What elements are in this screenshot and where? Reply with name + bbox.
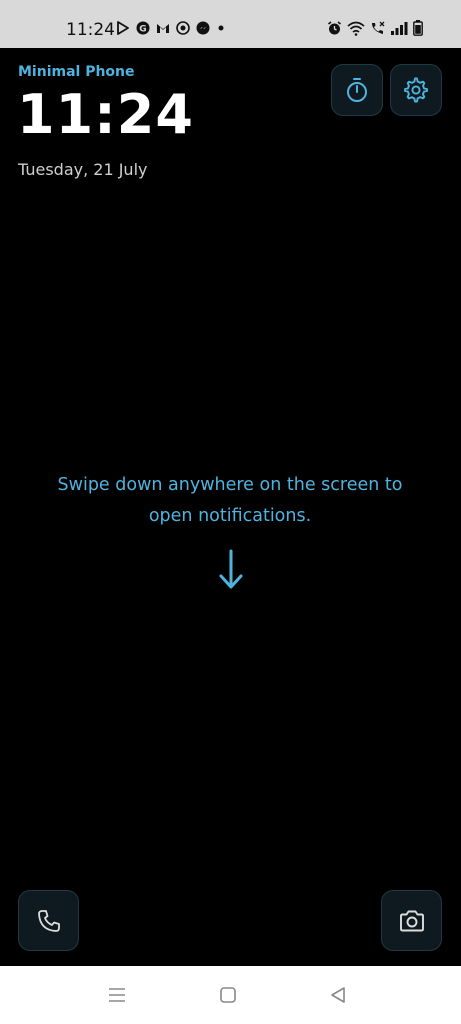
app-name: Minimal Phone (18, 64, 135, 80)
call-icon (372, 21, 385, 34)
signal-icon (391, 21, 408, 35)
menu-icon (109, 988, 125, 1002)
date[interactable]: Tuesday, 21 July (18, 160, 147, 179)
home-screen[interactable]: 11:24 G Minimal Phone 11:24 Tuesday, 21 … (0, 0, 461, 1024)
timer-button[interactable] (331, 64, 383, 116)
phone-icon (37, 909, 60, 932)
notification-icons: G (116, 21, 226, 35)
back-icon (331, 987, 345, 1003)
settings-button[interactable] (390, 64, 442, 116)
gear-icon (404, 77, 428, 103)
google-icon: G (136, 21, 150, 35)
home-button[interactable] (216, 984, 240, 1006)
status-time: 11:24 (66, 20, 115, 40)
alarm-icon (328, 20, 341, 34)
gmail-icon (157, 24, 169, 33)
messenger-icon (196, 21, 210, 35)
play-store-icon (117, 21, 129, 35)
battery-icon (413, 20, 423, 36)
clock[interactable]: 11:24 (17, 88, 194, 142)
swipe-hint-line-2: open notifications. (148, 506, 312, 526)
wifi-icon (347, 21, 365, 36)
swipe-hint: Swipe down anywhere on the screen to ope… (30, 470, 430, 532)
dot-icon (218, 25, 224, 31)
arrow-down-icon (219, 549, 243, 589)
camera-button[interactable] (381, 890, 442, 951)
chat-icon (176, 21, 190, 35)
swipe-hint-line-1: Swipe down anywhere on the screen to (57, 475, 403, 495)
home-icon (220, 987, 236, 1003)
phone-button[interactable] (18, 890, 79, 951)
camera-icon (399, 910, 424, 931)
system-icons (327, 20, 423, 36)
navigation-bar (0, 966, 461, 1024)
status-bar: 11:24 G (0, 0, 461, 48)
back-button[interactable] (326, 984, 350, 1006)
recent-apps-button[interactable] (105, 984, 129, 1006)
svg-text:G: G (139, 25, 146, 35)
timer-icon (347, 78, 367, 102)
